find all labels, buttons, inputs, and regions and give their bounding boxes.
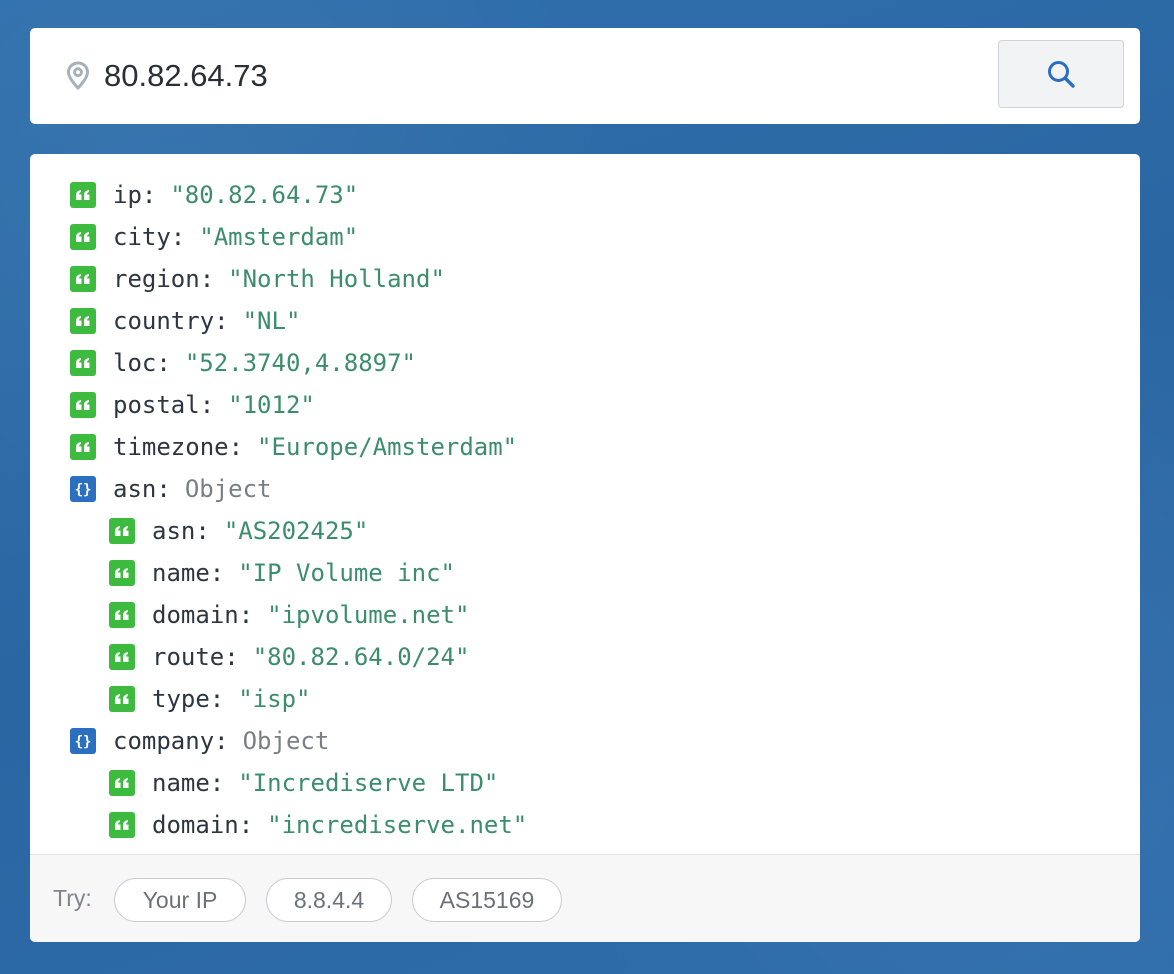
search-input[interactable] <box>104 54 984 98</box>
field-country: country: "NL" <box>30 300 1140 342</box>
string-type-icon <box>70 182 96 208</box>
field-key: domain <box>152 601 239 629</box>
field-key: region <box>113 265 200 293</box>
field-key: city <box>113 223 171 251</box>
field-key: postal <box>113 391 200 419</box>
field-asn-route: route: "80.82.64.0/24" <box>30 636 1140 678</box>
object-type-icon: {} <box>70 476 96 502</box>
json-tree: ip: "80.82.64.73" city: "Amsterdam" regi… <box>30 174 1140 846</box>
field-asn[interactable]: {} asn: Object <box>30 468 1140 510</box>
try-chip-8-8-4-4[interactable]: 8.8.4.4 <box>266 878 392 922</box>
field-value: "North Holland" <box>228 265 445 293</box>
field-key: asn <box>113 475 157 503</box>
field-value: "ipvolume.net" <box>267 601 470 629</box>
field-postal: postal: "1012" <box>30 384 1140 426</box>
svg-text:{}: {} <box>75 482 92 497</box>
string-type-icon <box>109 812 135 838</box>
field-key: name <box>152 559 210 587</box>
result-panel: ip: "80.82.64.73" city: "Amsterdam" regi… <box>30 154 1140 942</box>
field-loc: loc: "52.3740,4.8897" <box>30 342 1140 384</box>
string-type-icon <box>109 686 135 712</box>
field-asn-domain: domain: "ipvolume.net" <box>30 594 1140 636</box>
string-type-icon <box>109 560 135 586</box>
field-value: "incrediserve.net" <box>267 811 528 839</box>
field-value: Object <box>184 475 272 503</box>
field-asn-asn: asn: "AS202425" <box>30 510 1140 552</box>
try-examples-bar: Try: Your IP 8.8.4.4 AS15169 <box>30 854 1140 942</box>
field-asn-type: type: "isp" <box>30 678 1140 720</box>
svg-text:{}: {} <box>75 734 92 749</box>
field-value: "1012" <box>228 391 315 419</box>
field-value: "NL" <box>242 307 301 335</box>
string-type-icon <box>70 350 96 376</box>
field-value: "52.3740,4.8897" <box>184 349 416 377</box>
field-key: name <box>152 769 210 797</box>
field-key: ip <box>113 181 142 209</box>
field-value: "IP Volume inc" <box>238 559 455 587</box>
field-key: company <box>113 727 215 755</box>
string-type-icon <box>109 770 135 796</box>
try-chip-as15169[interactable]: AS15169 <box>412 878 562 922</box>
field-value: "isp" <box>238 685 311 713</box>
string-type-icon <box>70 434 96 460</box>
field-asn-name: name: "IP Volume inc" <box>30 552 1140 594</box>
field-key: loc <box>113 349 157 377</box>
string-type-icon <box>70 392 96 418</box>
field-company-domain: domain: "incrediserve.net" <box>30 804 1140 846</box>
field-company-name: name: "Incrediserve LTD" <box>30 762 1140 804</box>
field-key: timezone <box>113 433 229 461</box>
field-value: "80.82.64.73" <box>170 181 359 209</box>
field-region: region: "North Holland" <box>30 258 1140 300</box>
field-company[interactable]: {} company: Object <box>30 720 1140 762</box>
field-value: "80.82.64.0/24" <box>252 643 470 671</box>
field-key: asn <box>152 517 196 545</box>
map-pin-icon <box>66 61 90 91</box>
try-label: Try: <box>53 885 92 911</box>
object-type-icon: {} <box>70 728 96 754</box>
field-value: "Amsterdam" <box>199 223 359 251</box>
field-ip: ip: "80.82.64.73" <box>30 174 1140 216</box>
string-type-icon <box>70 266 96 292</box>
field-timezone: timezone: "Europe/Amsterdam" <box>30 426 1140 468</box>
field-city: city: "Amsterdam" <box>30 216 1140 258</box>
string-type-icon <box>109 518 135 544</box>
field-value: "Europe/Amsterdam" <box>257 433 518 461</box>
search-icon <box>1048 61 1075 88</box>
string-type-icon <box>109 644 135 670</box>
string-type-icon <box>109 602 135 628</box>
field-key: country <box>113 307 215 335</box>
field-value: "Incrediserve LTD" <box>238 769 499 797</box>
field-key: route <box>152 643 225 671</box>
search-button[interactable] <box>998 40 1124 108</box>
string-type-icon <box>70 308 96 334</box>
try-chip-your-ip[interactable]: Your IP <box>114 878 246 922</box>
field-value: Object <box>242 727 330 755</box>
field-key: domain <box>152 811 239 839</box>
string-type-icon <box>70 224 96 250</box>
field-value: "AS202425" <box>223 517 369 545</box>
field-key: type <box>152 685 210 713</box>
